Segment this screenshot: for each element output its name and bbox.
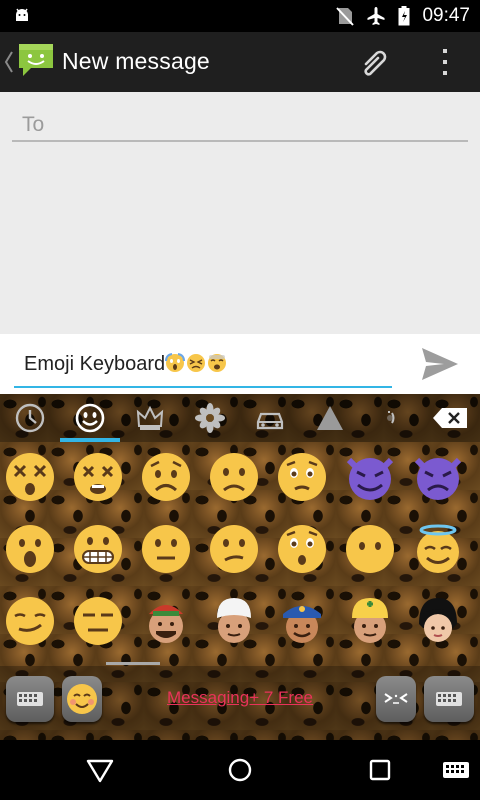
compose-row: Emoji Keyboard: [0, 334, 480, 394]
back-icon[interactable]: [85, 756, 115, 784]
keyboard-icon: [17, 692, 43, 706]
ime-keyboard-icon[interactable]: [441, 756, 471, 784]
message-text: Emoji Keyboard: [24, 353, 166, 375]
persevering-face-icon: [187, 354, 206, 372]
angry-imp-icon[interactable]: [413, 452, 463, 502]
dizzy-face-icon[interactable]: [5, 452, 55, 502]
message-input[interactable]: Emoji Keyboard: [14, 344, 392, 388]
keyboard-layout-icon: [436, 692, 462, 706]
car-category-icon[interactable]: [254, 402, 286, 434]
keyboard-key[interactable]: [424, 676, 474, 722]
no-mouth-face-icon[interactable]: [345, 524, 395, 574]
to-recipient-field[interactable]: To: [12, 108, 468, 142]
open-mouth-face-icon[interactable]: [5, 524, 55, 574]
confused-face-icon[interactable]: [209, 524, 259, 574]
man-with-turban-icon[interactable]: [209, 596, 259, 646]
construction-worker-icon[interactable]: [345, 596, 395, 646]
astonished-face-icon[interactable]: [277, 524, 327, 574]
navigation-bar: [0, 740, 480, 800]
overflow-menu-icon[interactable]: [432, 44, 458, 80]
status-bar: 09:47: [0, 0, 480, 32]
dizzy-face-2-icon[interactable]: [73, 452, 123, 502]
recents-icon[interactable]: [365, 756, 395, 784]
home-icon[interactable]: [225, 756, 255, 784]
recent-category-icon[interactable]: [14, 402, 46, 434]
message-text-wrap: Emoji Keyboard: [24, 353, 228, 376]
page-title: New message: [62, 48, 210, 74]
halo-face-icon[interactable]: [413, 524, 463, 574]
smirking-face-icon[interactable]: [5, 596, 55, 646]
no-sim-icon: [336, 7, 355, 26]
action-bar: New message: [0, 32, 480, 92]
messaging-app-icon[interactable]: [16, 40, 56, 80]
attach-icon[interactable]: [356, 44, 392, 80]
emoticon-key[interactable]: [376, 676, 416, 722]
faces-category-icon[interactable]: [74, 402, 106, 434]
category-bar: [0, 394, 480, 442]
weary-face-icon: [208, 354, 227, 372]
woman-black-hair-icon[interactable]: [413, 596, 463, 646]
back-chevron-icon[interactable]: [4, 50, 14, 74]
emoji-key[interactable]: [62, 676, 102, 722]
keyboard-bottom-bar: Messaging+ 7 Free: [0, 666, 480, 740]
grimacing-face-icon[interactable]: [73, 524, 123, 574]
expressionless-face-icon[interactable]: [73, 596, 123, 646]
battery-icon: [398, 6, 410, 26]
send-icon[interactable]: [420, 346, 460, 382]
emoji-keyboard: Messaging+ 7 Free: [0, 394, 480, 740]
crown-category-icon[interactable]: [134, 402, 166, 434]
selected-category-indicator: [60, 438, 120, 442]
recipient-area: To: [0, 92, 480, 334]
police-officer-icon[interactable]: [277, 596, 327, 646]
screaming-face-icon: [165, 353, 186, 372]
symbols-category-icon[interactable]: [314, 402, 346, 434]
to-placeholder: To: [22, 113, 45, 136]
status-time: 09:47: [422, 5, 470, 26]
smiling-imp-icon[interactable]: [345, 452, 395, 502]
emoticon-icon: [384, 693, 408, 704]
page-indicator: [106, 662, 160, 665]
worried-face-icon[interactable]: [141, 452, 191, 502]
airplane-icon: [367, 7, 385, 25]
promo-link[interactable]: Messaging+ 7 Free: [140, 688, 340, 708]
neutral-face-icon[interactable]: [141, 524, 191, 574]
smiling-face-icon: [67, 684, 97, 714]
flower-category-icon[interactable]: [194, 402, 226, 434]
android-debug-icon: [16, 8, 28, 21]
delete-key-icon[interactable]: [432, 407, 468, 429]
frowning-face-icon[interactable]: [209, 452, 259, 502]
keyboard-switch-key[interactable]: [6, 676, 54, 722]
emoticon-category-icon[interactable]: [374, 402, 406, 434]
hushed-face-icon[interactable]: [277, 452, 327, 502]
man-with-hat-icon[interactable]: [141, 596, 191, 646]
